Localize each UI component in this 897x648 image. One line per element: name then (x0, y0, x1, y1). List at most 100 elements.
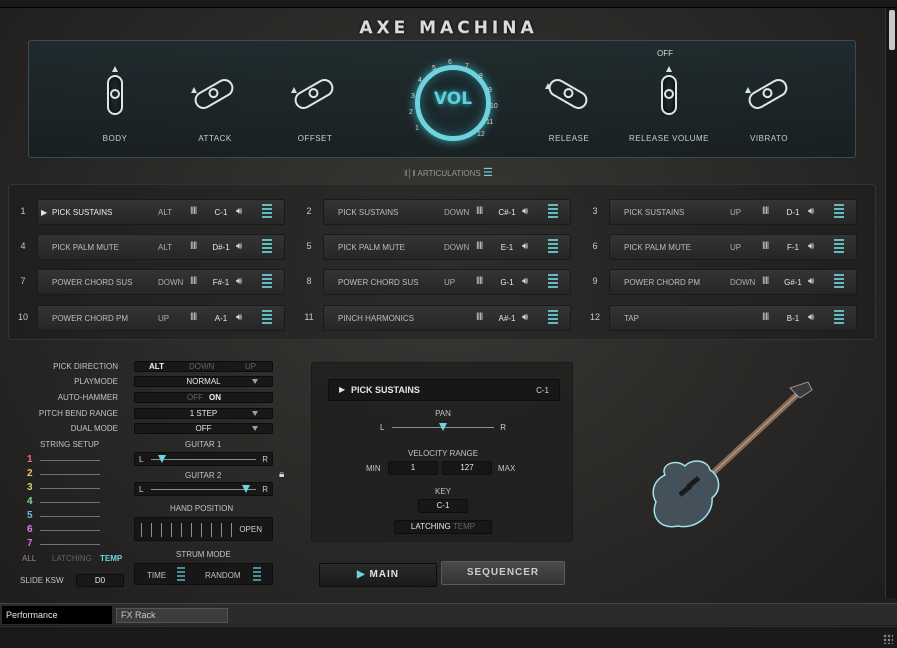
slot-mode[interactable]: UP (444, 278, 455, 287)
playmode-dropdown[interactable]: NORMAL (134, 376, 273, 387)
speaker-icon[interactable]: 🔊︎ (522, 312, 528, 323)
speaker-icon[interactable]: 🔊︎ (236, 206, 242, 217)
release-knob[interactable]: RELEASE (539, 63, 599, 143)
tab-performance[interactable]: Performance (2, 606, 112, 624)
slot-box[interactable]: PICK SUSTAINS UP ‖‖ D-1 🔊︎ (609, 199, 857, 225)
string-5-line[interactable] (40, 516, 100, 517)
speaker-icon[interactable]: 🔊︎ (236, 241, 242, 252)
string-3-line[interactable] (40, 488, 100, 489)
pick-direction-down[interactable]: DOWN (189, 362, 214, 371)
level-bars-icon[interactable] (834, 274, 844, 290)
slot-box[interactable]: POWER CHORD PM UP ‖‖ A-1 🔊︎ (37, 305, 285, 331)
slot-box[interactable]: PICK PALM MUTE ALT ‖‖ D#-1 🔊︎ (37, 234, 285, 260)
speaker-icon[interactable]: 🔊︎ (236, 312, 242, 323)
level-bars-icon[interactable] (548, 274, 558, 290)
slot-note[interactable]: G-1 (494, 278, 520, 287)
level-bars-icon[interactable] (834, 204, 844, 220)
detail-pan-slider[interactable]: L R (376, 421, 510, 435)
slot-note[interactable]: G#-1 (780, 278, 806, 287)
scrollbar-thumb[interactable] (889, 10, 895, 50)
slot-box[interactable]: POWER CHORD SUS DOWN ‖‖ F#-1 🔊︎ (37, 269, 285, 295)
vibrato-knob[interactable]: VIBRATO (739, 63, 799, 143)
string-3-number[interactable]: 3 (27, 482, 33, 493)
slot-box[interactable]: POWER CHORD SUS UP ‖‖ G-1 🔊︎ (323, 269, 571, 295)
key-field[interactable]: C-1 (418, 499, 468, 513)
slot-mode[interactable]: DOWN (158, 278, 183, 287)
pick-direction-up[interactable]: UP (245, 362, 256, 371)
speaker-icon[interactable]: 🔊︎ (808, 312, 814, 323)
string-mode-latching[interactable]: LATCHING (52, 554, 92, 563)
slot-box[interactable]: POWER CHORD PM DOWN ‖‖ G#-1 🔊︎ (609, 269, 857, 295)
string-6-number[interactable]: 6 (27, 524, 33, 535)
speaker-icon[interactable]: 🔊︎ (808, 241, 814, 252)
slot-mode[interactable]: UP (730, 243, 741, 252)
sequencer-button[interactable]: SEQUENCER (441, 561, 565, 585)
pick-direction-selector[interactable]: ALT DOWN UP (134, 361, 273, 372)
string-mode-all[interactable]: ALL (22, 554, 36, 563)
level-bars-icon[interactable] (262, 204, 272, 220)
speaker-icon[interactable]: 🔊︎ (236, 276, 242, 287)
speaker-icon[interactable]: 🔊︎ (522, 241, 528, 252)
string-1-line[interactable] (40, 460, 100, 461)
slot-box[interactable]: PINCH HARMONICS ‖‖ A#-1 🔊︎ (323, 305, 571, 331)
slot-box[interactable]: TAP ‖‖ B-1 🔊︎ (609, 305, 857, 331)
resize-grip-icon[interactable] (883, 634, 893, 644)
string-7-number[interactable]: 7 (27, 538, 33, 549)
slot-box[interactable]: PICK PALM MUTE DOWN ‖‖ E-1 🔊︎ (323, 234, 571, 260)
guitar2-pan-slider[interactable]: L R (134, 482, 273, 496)
auto-hammer-on[interactable]: ON (209, 393, 221, 402)
list-icon[interactable]: ☰ (483, 167, 493, 179)
level-bars-icon[interactable] (834, 239, 844, 255)
string-2-line[interactable] (40, 474, 100, 475)
string-7-line[interactable] (40, 544, 100, 545)
slider-handle[interactable] (439, 423, 447, 431)
speaker-icon[interactable]: 🔊︎ (808, 206, 814, 217)
slot-mode[interactable]: ALT (158, 243, 172, 252)
latch-option-latching[interactable]: LATCHING (411, 522, 451, 531)
speaker-icon[interactable]: 🔊︎ (522, 276, 528, 287)
slot-mode[interactable]: DOWN (444, 208, 469, 217)
string-4-number[interactable]: 4 (27, 496, 33, 507)
slot-note[interactable]: D#-1 (208, 243, 234, 252)
auto-hammer-toggle[interactable]: OFF ON (134, 392, 273, 403)
string-4-line[interactable] (40, 502, 100, 503)
level-bars-icon[interactable] (262, 310, 272, 326)
hand-position-value[interactable]: OPEN (239, 525, 262, 534)
string-1-number[interactable]: 1 (27, 454, 33, 465)
slot-note[interactable]: D-1 (780, 208, 806, 217)
string-6-line[interactable] (40, 530, 100, 531)
velocity-min-field[interactable]: 1 (388, 461, 438, 475)
main-button[interactable]: ▶ MAIN (319, 563, 437, 587)
slot-box[interactable]: PICK PALM MUTE UP ‖‖ F-1 🔊︎ (609, 234, 857, 260)
slot-mode[interactable]: DOWN (730, 278, 755, 287)
level-bars-icon[interactable] (548, 239, 558, 255)
offset-knob[interactable]: OFFSET (285, 63, 345, 143)
slide-ksw-field[interactable]: D0 (76, 574, 124, 587)
level-bars-icon[interactable] (262, 274, 272, 290)
pitch-bend-range-dropdown[interactable]: 1 STEP (134, 408, 273, 419)
slot-note[interactable]: E-1 (494, 243, 520, 252)
string-2-number[interactable]: 2 (27, 468, 33, 479)
body-knob[interactable]: BODY (85, 63, 145, 143)
level-bars-icon[interactable] (262, 239, 272, 255)
string-mode-temp[interactable]: TEMP (100, 554, 122, 563)
articulations-header[interactable]: ‖│‖ ARTICULATIONS ☰ (0, 166, 897, 179)
dual-mode-dropdown[interactable]: OFF (134, 423, 273, 434)
release-volume-knob[interactable]: RELEASE VOLUME (629, 63, 708, 143)
slot-mode[interactable]: UP (158, 314, 169, 323)
level-bars-icon[interactable] (548, 310, 558, 326)
slot-note[interactable]: C-1 (208, 208, 234, 217)
level-bars-icon[interactable] (834, 310, 844, 326)
slider-handle[interactable] (241, 485, 250, 493)
speaker-icon[interactable]: 🔊︎ (808, 276, 814, 287)
hand-position-control[interactable]: OPEN (134, 517, 273, 541)
slot-note[interactable]: F-1 (780, 243, 806, 252)
slider-handle[interactable] (157, 455, 166, 463)
velocity-max-field[interactable]: 127 (442, 461, 492, 475)
attack-knob[interactable]: ATTACK (185, 63, 245, 143)
slot-mode[interactable]: DOWN (444, 243, 469, 252)
slot-box[interactable]: ▶ PICK SUSTAINS ALT ‖‖ C-1 🔊︎ (37, 199, 285, 225)
string-5-number[interactable]: 5 (27, 510, 33, 521)
guitar1-pan-slider[interactable]: L R (134, 452, 273, 466)
strum-mode-control[interactable]: TIME RANDOM (134, 563, 273, 585)
